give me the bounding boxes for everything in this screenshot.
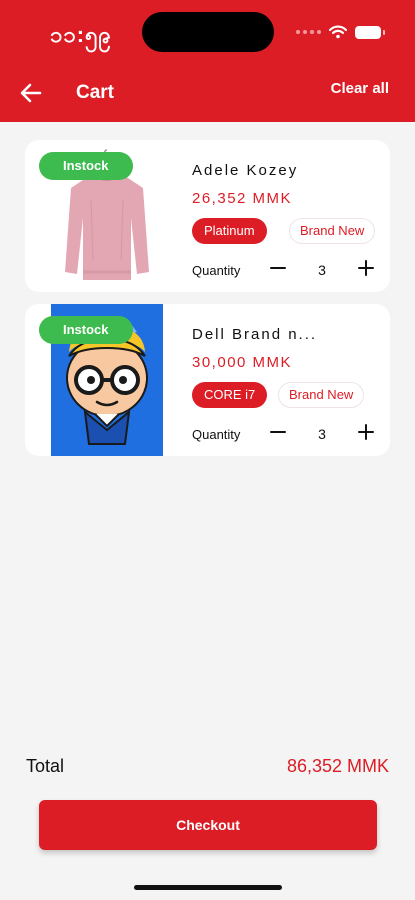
wifi-icon xyxy=(329,25,347,39)
condition-tag: Brand New xyxy=(278,382,365,408)
app-header: ၁၁:၅၉ Cart Clear all xyxy=(0,0,415,122)
cart-item-card[interactable]: Instock Adele Kozey 26,352 MMK Platinum … xyxy=(25,140,390,292)
cart-item-card[interactable]: Instock Dell Brand n... 30,000 MMK CORE … xyxy=(25,304,390,456)
product-name: Adele Kozey xyxy=(192,162,299,179)
minus-icon[interactable] xyxy=(269,259,287,277)
condition-tag: Brand New xyxy=(289,218,376,244)
plus-icon[interactable] xyxy=(357,423,375,441)
quantity-value: 3 xyxy=(318,262,326,278)
variant-tag: Platinum xyxy=(192,218,267,244)
quantity-value: 3 xyxy=(318,426,326,442)
home-indicator xyxy=(134,885,282,890)
instock-badge: Instock xyxy=(39,316,133,344)
back-arrow-icon[interactable] xyxy=(18,80,44,106)
total-value: 86,352 MMK xyxy=(286,756,389,776)
quantity-label: Quantity xyxy=(192,263,241,278)
clear-all-button[interactable]: Clear all xyxy=(331,80,389,97)
status-icons xyxy=(296,25,385,39)
status-time: ၁၁:၅၉ xyxy=(50,22,112,47)
variant-tag: CORE i7 xyxy=(192,382,268,408)
plus-icon[interactable] xyxy=(357,259,375,277)
product-name: Dell Brand n... xyxy=(192,326,318,343)
product-price: 30,000 MMK xyxy=(192,354,293,371)
dynamic-island xyxy=(142,12,274,52)
total-label: Total xyxy=(26,756,65,776)
checkout-button[interactable]: Checkout xyxy=(39,800,377,850)
minus-icon[interactable] xyxy=(269,423,287,441)
page-title: Cart xyxy=(76,82,115,103)
instock-badge: Instock xyxy=(39,152,133,180)
battery-icon xyxy=(355,25,385,39)
quantity-label: Quantity xyxy=(192,427,241,442)
cellular-signal-icon xyxy=(296,30,321,34)
product-price: 26,352 MMK xyxy=(192,190,293,207)
